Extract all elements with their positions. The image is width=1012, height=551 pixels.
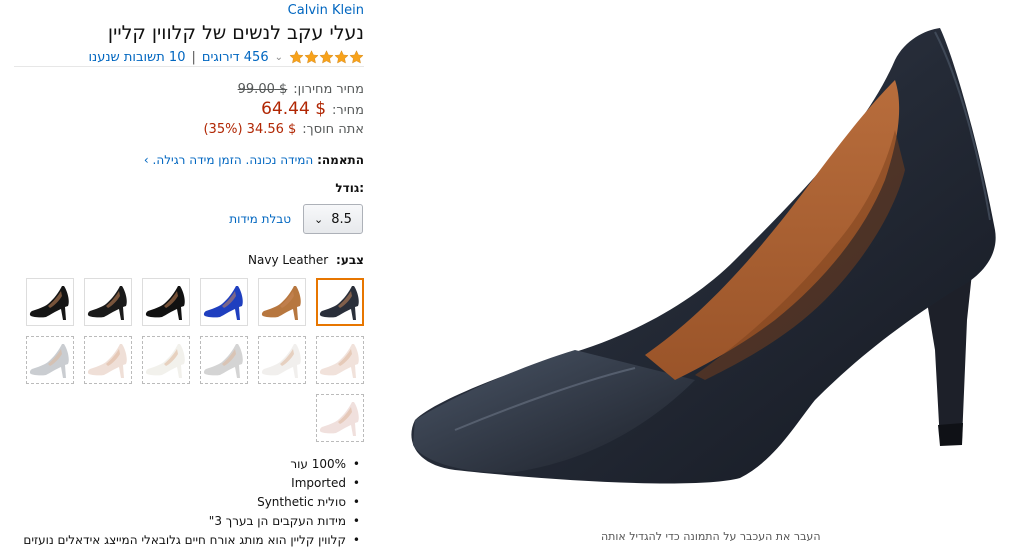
price-label: מחיר: <box>332 103 364 118</box>
our-price-row: מחיר: $ 64.44 <box>261 101 364 118</box>
main-product-image[interactable] <box>395 20 1012 530</box>
color-swatch-blush[interactable] <box>316 336 364 384</box>
separator: | <box>191 49 196 65</box>
bullet-item: קלווין קליין הוא מותג אורח חיים גלובאלי … <box>23 533 364 551</box>
shoe-thumbnail <box>319 286 359 320</box>
color-swatch-nude[interactable] <box>84 336 132 384</box>
size-selected-value: 8.5 <box>331 211 352 227</box>
you-save-row: אתה חוסך: $ 34.56 (35%) <box>203 123 364 136</box>
list-price-value: $ 99.00 <box>237 82 288 97</box>
color-label: צבע: <box>336 253 364 267</box>
shoe-thumbnail <box>203 344 243 378</box>
shoe-thumbnail <box>145 286 185 320</box>
answered-questions-link[interactable]: 10 תשובות שנענו <box>88 50 185 65</box>
price-value: $ 64.44 <box>261 99 327 119</box>
you-save-value: $ 34.56 (35%) <box>203 122 297 137</box>
color-selection: צבע: Navy Leather <box>248 253 364 267</box>
list-price-label: מחיר מחירון: <box>293 82 364 97</box>
shoe-thumbnail <box>87 344 127 378</box>
shoe-thumbnail <box>145 344 185 378</box>
ratings-count-link[interactable]: 456 דירוגים <box>202 50 269 65</box>
shoe-thumbnail <box>29 344 69 378</box>
size-chart-link[interactable]: טבלת מידות <box>229 212 291 226</box>
color-swatch-black-leather[interactable] <box>84 278 132 326</box>
star-icon <box>319 49 334 63</box>
color-swatch-ivory[interactable] <box>142 336 190 384</box>
feature-bullets: 100% עור Imported סולית Synthetic מידות … <box>23 457 364 551</box>
shoe-thumbnail <box>87 286 127 320</box>
star-icon <box>334 49 349 63</box>
bullet-item: סולית Synthetic <box>23 495 364 514</box>
chevron-left-icon[interactable]: › <box>144 153 149 167</box>
color-swatch-white[interactable] <box>258 336 306 384</box>
shoe-thumbnail <box>261 286 301 320</box>
color-swatch-black-suede[interactable] <box>26 278 74 326</box>
shoe-thumbnail <box>29 286 69 320</box>
image-zoom-hint: העבר את העכבר על התמונה כדי להגדיל אותה <box>601 530 821 543</box>
fit-info: התאמה: המידה נכונה. הזמן מידה רגילה. › <box>144 153 364 167</box>
shoe-thumbnail <box>319 402 359 436</box>
star-icon <box>289 49 304 63</box>
star-icon <box>304 49 319 63</box>
you-save-label: אתה חוסך: <box>302 122 364 137</box>
color-selected-value: Navy Leather <box>248 253 329 267</box>
chevron-down-icon[interactable]: ⌄ <box>275 52 283 63</box>
bullet-item: 100% עור <box>23 457 364 476</box>
size-label: גודל: <box>335 181 364 195</box>
shoe-illustration <box>411 28 996 484</box>
product-title: נעלי עקב לנשים של קלווין קליין <box>107 22 364 44</box>
color-swatch-cognac[interactable] <box>258 278 306 326</box>
color-swatch-pale-pink[interactable] <box>316 394 364 442</box>
star-rating[interactable] <box>289 49 364 65</box>
color-swatch-cobalt[interactable] <box>200 278 248 326</box>
divider <box>14 66 364 67</box>
color-swatch-black-patent[interactable] <box>142 278 190 326</box>
chevron-down-icon: ⌄ <box>314 212 324 226</box>
fit-label: התאמה: <box>317 153 364 167</box>
brand-link[interactable]: Calvin Klein <box>288 3 364 18</box>
shoe-thumbnail <box>261 344 301 378</box>
color-swatch-silver[interactable] <box>200 336 248 384</box>
bullet-item: מידות העקבים הן בערך 3" <box>23 514 364 533</box>
size-dropdown[interactable]: ⌄ 8.5 <box>303 204 363 234</box>
shoe-thumbnail <box>319 344 359 378</box>
color-swatch-grey[interactable] <box>26 336 74 384</box>
rating-row: ⌄ 456 דירוגים | 10 תשובות שנענו <box>88 48 364 66</box>
bullet-item: Imported <box>23 476 364 495</box>
star-icon <box>349 49 364 63</box>
fit-link[interactable]: המידה נכונה. הזמן מידה רגילה. <box>153 153 314 167</box>
shoe-thumbnail <box>203 286 243 320</box>
list-price-row: מחיר מחירון: $ 99.00 <box>238 83 364 96</box>
color-swatch-navy-leather[interactable] <box>316 278 364 326</box>
